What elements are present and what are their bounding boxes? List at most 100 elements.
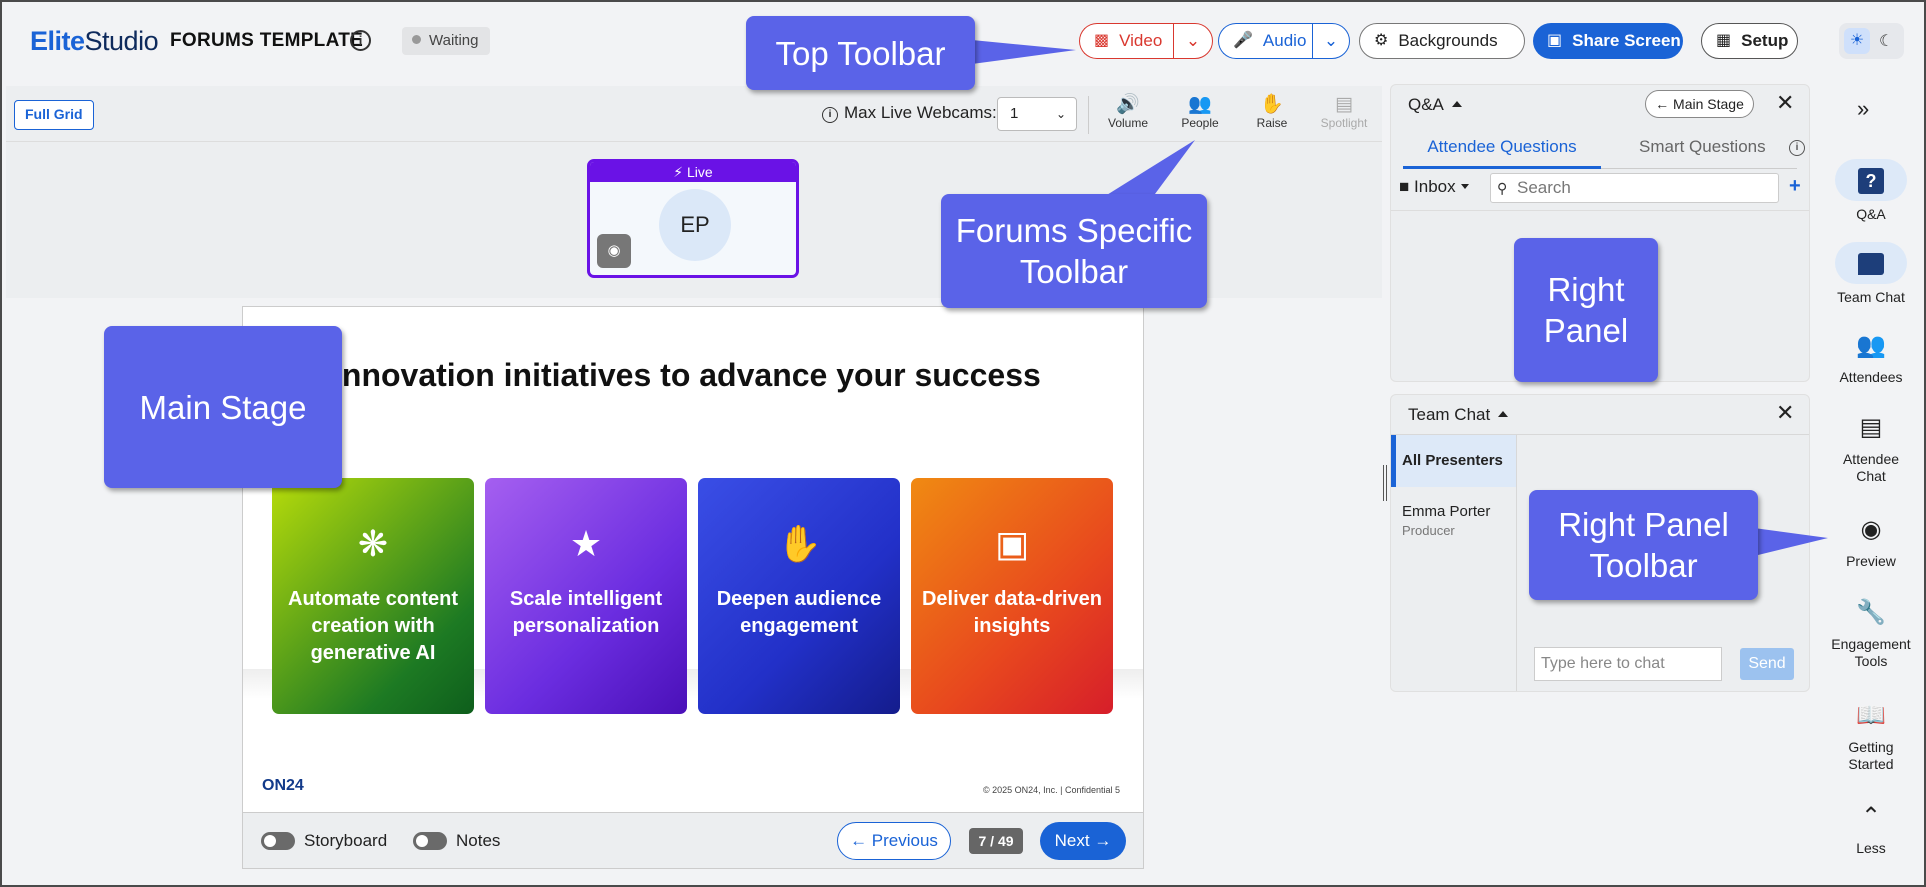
video-button[interactable]: ▩ Video — [1079, 23, 1175, 59]
eye-icon: ◉ — [1860, 516, 1882, 543]
annotation-top-toolbar: Top Toolbar — [746, 16, 975, 90]
avatar: EP — [659, 189, 731, 261]
book-icon: 📖 — [1856, 702, 1886, 729]
toolbar-qa[interactable]: ? Q&A — [1828, 159, 1914, 223]
toolbar-engagement-tools[interactable]: 🔧 Engagement Tools — [1828, 595, 1914, 670]
annotation-right-panel: Right Panel — [1514, 238, 1658, 382]
inbox-dropdown[interactable]: ■ Inbox — [1399, 177, 1469, 197]
divider — [1391, 210, 1809, 211]
chevron-down-icon: ⌄ — [1055, 107, 1066, 121]
hand-icon: ✋ — [1260, 94, 1284, 115]
video-off-icon: ▩ — [1094, 32, 1110, 49]
search-icon: ⚲ — [1497, 180, 1508, 196]
channel-user-name[interactable]: Emma Porter — [1402, 503, 1490, 520]
next-button[interactable]: Next → — [1040, 822, 1126, 860]
video-dropdown-button[interactable]: ⌄ — [1173, 23, 1213, 59]
attendees-icon: 👥 — [1856, 332, 1886, 359]
toolbar-team-chat[interactable]: Team Chat — [1828, 242, 1914, 306]
tab-attendee-questions[interactable]: Attendee Questions — [1403, 137, 1601, 169]
page-indicator: 7 / 49 — [969, 828, 1023, 854]
status-badge: Waiting — [402, 27, 491, 55]
spotlight-button[interactable]: ▤ Spotlight — [1310, 94, 1378, 130]
storyboard-label: Storyboard — [304, 831, 388, 850]
volume-button[interactable]: 🔊 Volume — [1094, 94, 1162, 130]
main-stage-slide: Innovation initiatives to advance your s… — [242, 306, 1144, 813]
send-button[interactable]: Send — [1740, 648, 1794, 680]
slide-copyright: © 2025 ON24, Inc. | Confidential 5 — [983, 785, 1121, 795]
theme-toggle[interactable]: ☀ ☾ — [1839, 23, 1904, 59]
sun-icon[interactable]: ☀ — [1844, 28, 1870, 54]
brain-icon: ❋ — [357, 523, 389, 564]
previous-button[interactable]: ← Previous — [837, 822, 951, 860]
on24-logo: ON24 — [262, 777, 304, 794]
info-icon[interactable]: i — [822, 107, 838, 123]
slide-card: ▣ Deliver data-driven insights — [911, 478, 1113, 714]
search-input[interactable]: ⚲ Search — [1490, 173, 1779, 203]
close-icon[interactable]: ✕ — [1776, 400, 1794, 426]
annotation-forums-toolbar: Forums Specific Toolbar — [941, 194, 1207, 308]
raised-hands-icon: ✋ — [777, 523, 822, 564]
info-icon[interactable]: i — [1789, 140, 1805, 156]
wrench-icon: 🔧 — [1856, 599, 1886, 626]
team-chat-title[interactable]: Team Chat — [1408, 405, 1509, 425]
caret-up-icon — [1451, 101, 1462, 107]
storyboard-toggle[interactable] — [261, 832, 295, 850]
audio-dropdown-button[interactable]: ⌄ — [1312, 23, 1350, 59]
qa-panel-title[interactable]: Q&A — [1408, 95, 1462, 115]
id-card-star-icon: ★ — [569, 523, 603, 564]
expand-icon[interactable]: » — [1857, 96, 1869, 122]
annotation-right-panel-toolbar: Right Panel Toolbar — [1529, 490, 1758, 600]
webcam-tile[interactable]: ⚡ Live EP ◉ — [587, 159, 799, 278]
raise-button[interactable]: ✋ Raise — [1238, 94, 1306, 130]
channel-user-role: Producer — [1402, 523, 1455, 538]
folder-icon: ■ — [1399, 177, 1410, 196]
channel-all-presenters[interactable]: All Presenters — [1391, 435, 1516, 487]
toolbar-getting-started[interactable]: 📖 Getting Started — [1828, 698, 1914, 773]
toolbar-attendees[interactable]: 👥 Attendees — [1828, 328, 1914, 386]
backgrounds-button[interactable]: ⚙ Backgrounds — [1359, 23, 1525, 59]
moon-icon[interactable]: ☾ — [1879, 31, 1893, 51]
spotlight-icon: ▤ — [1335, 94, 1353, 115]
resize-handle[interactable] — [1383, 465, 1387, 501]
share-screen-button[interactable]: ▣ Share Screen — [1533, 23, 1683, 59]
annotation-main-stage: Main Stage — [104, 326, 342, 488]
slide-card: ❋ Automate content creation with generati… — [272, 478, 474, 714]
live-badge: ⚡ Live — [590, 162, 796, 182]
share-screen-icon: ▣ — [1547, 32, 1563, 49]
info-icon[interactable]: i — [350, 30, 371, 51]
microphone-icon: 🎤 — [1233, 32, 1253, 49]
toolbar-divider — [1088, 96, 1089, 134]
chevron-up-icon: ⌃ — [1860, 803, 1882, 830]
main-stage-button[interactable]: ← Main Stage — [1645, 90, 1754, 118]
notes-label: Notes — [456, 831, 501, 850]
speaker-icon: 🔊 — [1116, 94, 1140, 115]
toolbar-preview[interactable]: ◉ Preview — [1828, 512, 1914, 570]
people-button[interactable]: 👥 People — [1166, 94, 1234, 130]
stage-footer: Storyboard Notes ← Previous 7 / 49 Next … — [242, 813, 1144, 869]
max-webcams-select[interactable]: 1 ⌄ — [997, 97, 1077, 131]
setup-icon: ▦ — [1716, 32, 1732, 49]
team-chat-icon — [1835, 242, 1907, 284]
full-grid-button[interactable]: Full Grid — [14, 100, 94, 130]
brand-logo: EliteStudio — [30, 26, 159, 56]
add-icon[interactable]: + — [1789, 175, 1801, 198]
shield-icon[interactable]: ◉ — [597, 234, 631, 268]
backgrounds-icon: ⚙ — [1374, 32, 1389, 49]
close-icon[interactable]: ✕ — [1776, 90, 1794, 116]
tab-smart-questions[interactable]: Smart Questions — [1639, 137, 1766, 157]
chat-input[interactable]: Type here to chat — [1534, 647, 1722, 681]
qa-icon: ? — [1835, 159, 1907, 201]
chevron-down-icon: ⌄ — [1323, 31, 1339, 50]
chat-icon: ▤ — [1859, 414, 1883, 441]
qa-tabs: Attendee Questions Smart Questions i — [1403, 127, 1805, 169]
setup-button[interactable]: ▦ Setup — [1701, 23, 1798, 59]
notes-toggle[interactable] — [413, 832, 447, 850]
max-webcams-label: i Max Live Webcams: — [822, 103, 997, 123]
toolbar-attendee-chat[interactable]: ▤ Attendee Chat — [1828, 410, 1914, 485]
audio-button[interactable]: 🎤 Audio — [1218, 23, 1314, 59]
toolbar-less[interactable]: ⌃ Less — [1828, 799, 1914, 857]
dashboard-icon: ▣ — [994, 523, 1029, 564]
chevron-down-icon: ⌄ — [1185, 31, 1201, 50]
people-icon: 👥 — [1188, 94, 1212, 115]
chat-channel-list: All Presenters Emma Porter Producer — [1391, 435, 1517, 691]
